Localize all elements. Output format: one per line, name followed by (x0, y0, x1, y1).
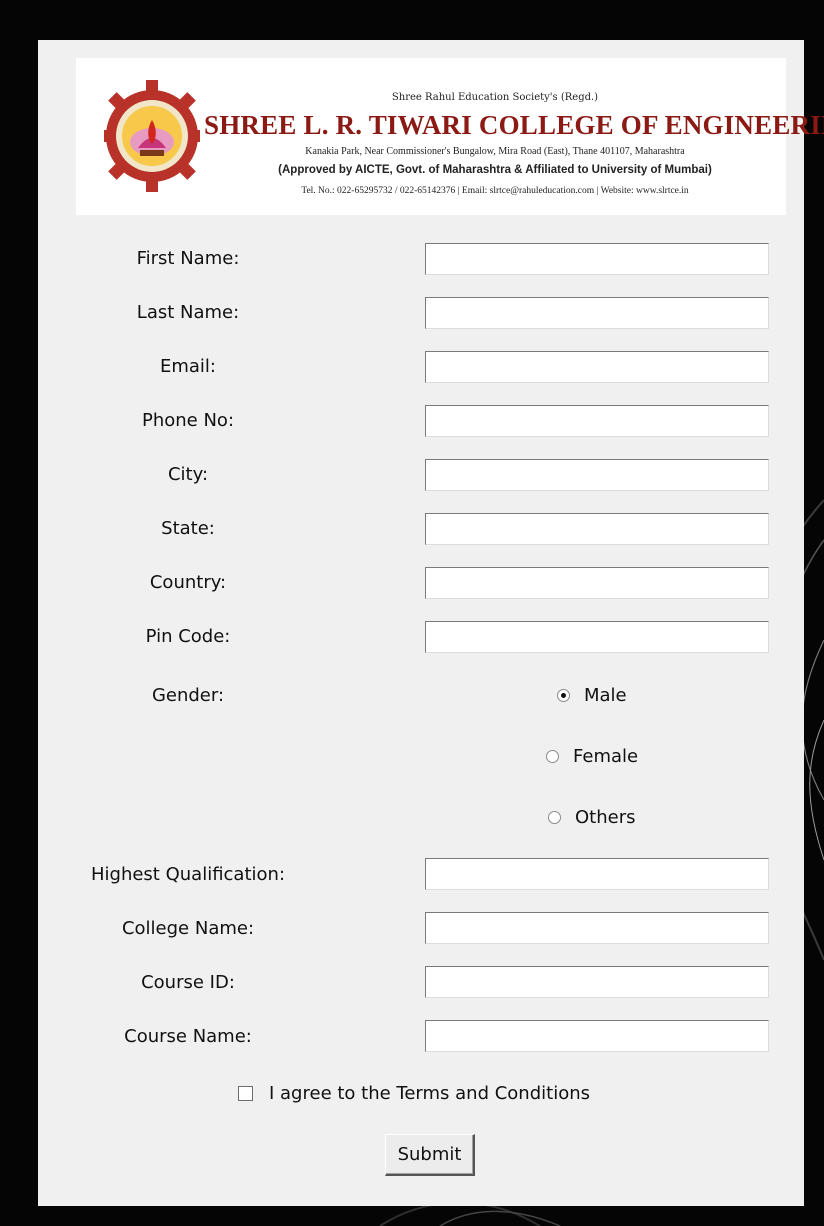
college-logo-icon (104, 80, 200, 192)
others-label: Others (575, 806, 636, 828)
submit-button[interactable]: Submit (385, 1134, 475, 1176)
gender-option-others[interactable]: Others (548, 804, 636, 830)
college-name-label: College Name: (121, 918, 255, 939)
course-id-label: Course ID: (141, 972, 235, 993)
pin-code-field[interactable] (425, 621, 769, 653)
college-name-field[interactable] (425, 912, 769, 944)
phone-field[interactable] (425, 405, 769, 437)
approval-statement: (Approved by AICTE, Govt. of Maharashtra… (278, 164, 712, 176)
email-label: Email: (159, 356, 216, 377)
terms-agreement[interactable]: I agree to the Terms and Conditions (238, 1083, 590, 1104)
female-radio[interactable] (546, 749, 559, 763)
country-label: Country: (149, 572, 227, 593)
others-radio[interactable] (548, 810, 561, 824)
college-name-title: SHREE L. R. TIWARI COLLEGE OF ENGINEERIN… (204, 110, 824, 140)
state-field[interactable] (425, 513, 769, 545)
first-name-field[interactable] (425, 243, 769, 275)
male-radio[interactable] (557, 688, 570, 702)
course-id-field[interactable] (425, 966, 769, 998)
last-name-field[interactable] (425, 297, 769, 329)
college-header-banner: Shree Rahul Education Society's (Regd.) … (76, 58, 824, 215)
pin-code-label: Pin Code: (145, 626, 231, 647)
terms-checkbox[interactable] (238, 1086, 253, 1101)
contact-info: Tel. No.: 022-65295732 / 022-65142376 | … (301, 186, 689, 196)
terms-label: I agree to the Terms and Conditions (269, 1083, 591, 1104)
female-label: Female (573, 745, 639, 767)
last-name-label: Last Name: (136, 302, 240, 323)
highest-qualification-field[interactable] (425, 858, 769, 890)
course-name-label: Course Name: (124, 1026, 252, 1047)
college-address: Kanakia Park, Near Commissioner's Bungal… (305, 146, 685, 157)
city-field[interactable] (425, 459, 769, 491)
city-label: City: (167, 464, 209, 485)
first-name-label: First Name: (136, 248, 240, 269)
highest-qualification-label: Highest Qualification: (90, 864, 286, 885)
phone-label: Phone No: (141, 410, 235, 431)
state-label: State: (161, 518, 215, 539)
registration-window: Shree Rahul Education Society's (Regd.) … (38, 40, 824, 1206)
gender-option-male[interactable]: Male (557, 682, 627, 708)
gender-option-female[interactable]: Female (546, 743, 638, 769)
male-label: Male (584, 684, 627, 706)
course-name-field[interactable] (425, 1020, 769, 1052)
country-field[interactable] (425, 567, 769, 599)
email-field[interactable] (425, 351, 769, 383)
gender-label: Gender: (151, 685, 225, 706)
society-name: Shree Rahul Education Society's (Regd.) (391, 92, 599, 103)
